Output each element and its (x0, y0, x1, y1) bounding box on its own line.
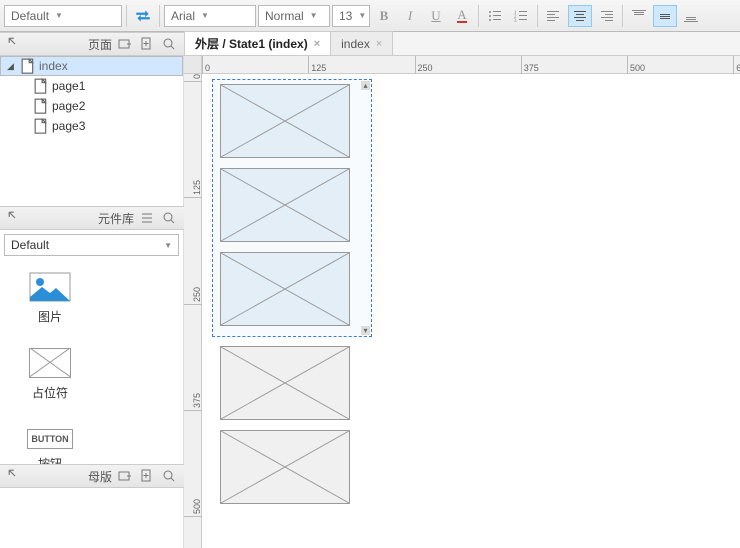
masters-body (0, 488, 184, 548)
collapse-icon[interactable] (6, 467, 24, 485)
italic-button[interactable]: I (398, 5, 422, 27)
close-icon[interactable]: × (314, 38, 320, 50)
align-right-button[interactable] (594, 5, 618, 27)
library-body: Default▼ 图片 占位符 BUTTON 按钮 BUTTON 主要按钮 (0, 230, 184, 464)
tree-label: page2 (52, 99, 85, 113)
tree-child[interactable]: page1 (0, 76, 183, 96)
bullet-list-button[interactable] (483, 5, 507, 27)
tree-label: index (39, 59, 68, 73)
page-icon (34, 119, 48, 133)
ruler-horizontal: 0125250375500625 (202, 56, 740, 74)
svg-text:3: 3 (514, 19, 517, 22)
collapse-icon[interactable] (6, 209, 24, 227)
placeholder-widget[interactable] (220, 346, 350, 420)
left-sidebar: 页面 ◢ index page1 page2 page3 (0, 32, 184, 548)
valign-middle-button[interactable] (653, 5, 677, 27)
placeholder-widget-icon (29, 348, 71, 378)
page-icon (21, 59, 35, 73)
page-icon (34, 79, 48, 93)
close-icon[interactable]: × (376, 38, 382, 50)
font-size-select[interactable]: 13 (332, 5, 370, 27)
tree-root-index[interactable]: ◢ index (0, 56, 183, 76)
library-set-select[interactable]: Default▼ (4, 234, 179, 256)
placeholder-widget[interactable] (220, 168, 350, 242)
tab-dynamic-panel[interactable]: 外层 / State1 (index)× (184, 31, 331, 55)
top-toolbar: Default Arial Normal 13 B I U A 123 (0, 0, 740, 32)
widget-label: 按钮 (38, 455, 62, 465)
library-panel-title: 元件库 (98, 210, 134, 227)
align-center-button[interactable] (568, 5, 592, 27)
masters-panel-title: 母版 (88, 468, 112, 485)
menu-icon[interactable] (138, 209, 156, 227)
pages-panel-title: 页面 (88, 36, 112, 53)
scroll-down-icon[interactable]: ▾ (361, 326, 370, 335)
widget-label: 占位符 (32, 384, 68, 401)
search-library-icon[interactable] (160, 209, 178, 227)
button-widget-icon: BUTTON (27, 429, 73, 449)
widget-image[interactable]: 图片 (8, 260, 92, 336)
widget-button[interactable]: BUTTON 按钮 (8, 412, 92, 464)
valign-bottom-button[interactable] (679, 5, 703, 27)
number-list-button[interactable]: 123 (509, 5, 533, 27)
add-page-icon[interactable] (138, 35, 156, 53)
tree-child[interactable]: page2 (0, 96, 183, 116)
align-left-button[interactable] (542, 5, 566, 27)
masters-panel-header: 母版 (0, 464, 184, 488)
ruler-corner (184, 56, 202, 74)
add-folder-icon[interactable] (116, 467, 134, 485)
tree-child[interactable]: page3 (0, 116, 183, 136)
placeholder-widget[interactable] (220, 84, 350, 158)
widget-placeholder[interactable]: 占位符 (8, 336, 92, 412)
scroll-up-icon[interactable]: ▴ (361, 81, 370, 90)
collapse-icon[interactable] (6, 35, 24, 53)
canvas-area: 外层 / State1 (index)× index× 012525037550… (184, 32, 740, 548)
add-master-icon[interactable] (138, 467, 156, 485)
font-select[interactable]: Arial (164, 5, 256, 27)
placeholder-widget[interactable] (220, 430, 350, 504)
tree-label: page3 (52, 119, 85, 133)
image-widget-icon (29, 272, 71, 302)
style-select[interactable]: Default (4, 5, 122, 27)
font-weight-select[interactable]: Normal (258, 5, 330, 27)
tab-bar: 外层 / State1 (index)× index× (184, 32, 740, 56)
bold-button[interactable]: B (372, 5, 396, 27)
pages-tree: ◢ index page1 page2 page3 (0, 56, 184, 206)
valign-top-button[interactable] (627, 5, 651, 27)
ruler-vertical: 0125250375500 (184, 74, 202, 548)
underline-button[interactable]: U (424, 5, 448, 27)
page-icon (34, 99, 48, 113)
search-pages-icon[interactable] (160, 35, 178, 53)
expand-icon[interactable]: ◢ (7, 61, 17, 72)
canvas[interactable]: 0125250375500625 0125250375500 ▴ ▾ (184, 56, 740, 548)
library-panel-header: 元件库 (0, 206, 184, 230)
tree-label: page1 (52, 79, 85, 93)
swap-direction-button[interactable] (131, 5, 155, 27)
add-folder-icon[interactable] (116, 35, 134, 53)
placeholder-widget[interactable] (220, 252, 350, 326)
pages-panel-header: 页面 (0, 32, 184, 56)
search-masters-icon[interactable] (160, 467, 178, 485)
widget-label: 图片 (38, 308, 62, 325)
tab-index[interactable]: index× (330, 31, 393, 55)
text-color-button[interactable]: A (450, 5, 474, 27)
